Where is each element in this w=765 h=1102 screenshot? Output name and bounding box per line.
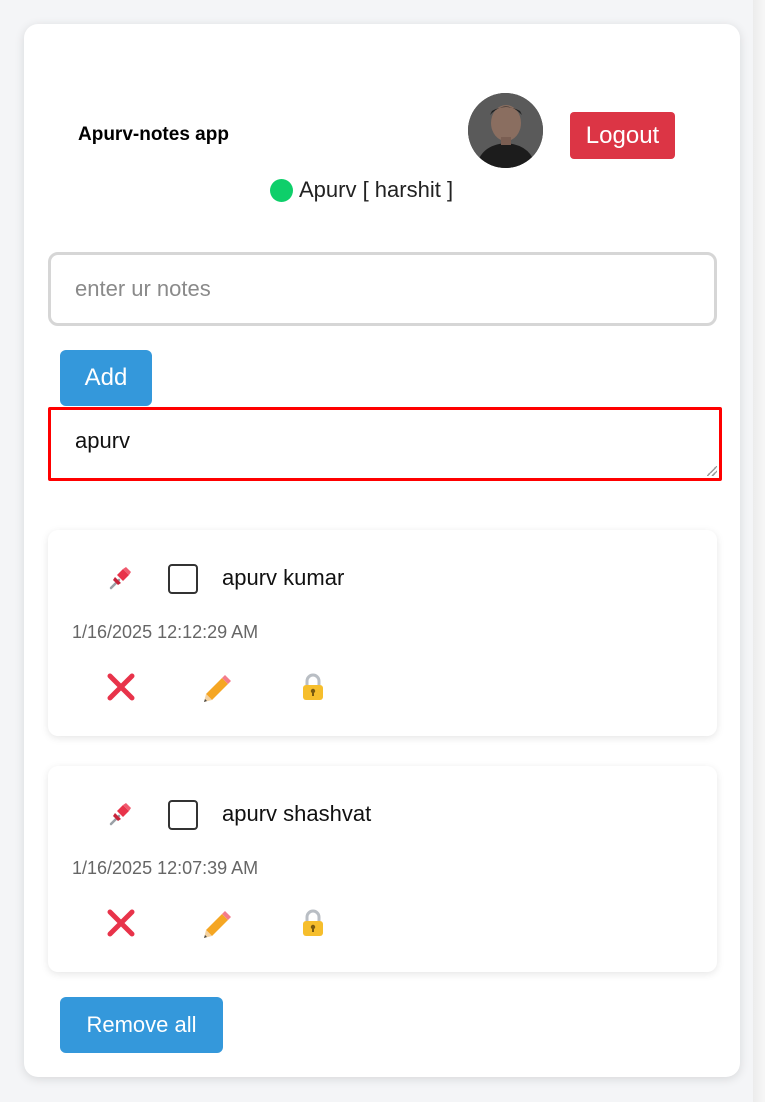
add-button[interactable]: Add	[60, 350, 152, 406]
note-actions	[48, 906, 717, 946]
search-textarea[interactable]: apurv	[48, 407, 722, 481]
note-checkbox[interactable]	[168, 564, 198, 594]
search-value: apurv	[75, 428, 131, 453]
pin-icon[interactable]	[106, 564, 134, 592]
note-header: apurv shashvat	[48, 796, 717, 836]
online-status-icon	[270, 178, 293, 202]
note-actions	[48, 670, 717, 710]
page-edge-shadow	[753, 0, 765, 1102]
note-card: apurv shashvat 1/16/2025 12:07:39 AM	[48, 766, 717, 972]
delete-icon[interactable]	[106, 906, 136, 940]
note-input[interactable]	[48, 252, 717, 326]
note-timestamp: 1/16/2025 12:12:29 AM	[72, 622, 259, 642]
pin-icon[interactable]	[106, 800, 134, 828]
note-text: apurv kumar	[222, 565, 345, 590]
notes-app-card: Apurv-notes app Logout Apurv [ harshit ]…	[24, 24, 740, 1077]
avatar-photo-icon	[468, 93, 543, 168]
lock-icon[interactable]	[300, 908, 326, 938]
note-card: apurv kumar 1/16/2025 12:12:29 AM	[48, 530, 717, 736]
note-text: apurv shashvat	[222, 801, 372, 826]
lock-icon[interactable]	[300, 672, 326, 702]
edit-icon[interactable]	[200, 906, 234, 940]
delete-icon[interactable]	[106, 670, 136, 704]
resize-handle-icon[interactable]	[707, 466, 717, 476]
note-header: apurv kumar	[48, 560, 717, 600]
user-status: Apurv [ harshit ]	[270, 174, 453, 206]
note-checkbox[interactable]	[168, 800, 198, 830]
app-title: Apurv-notes app	[78, 124, 229, 145]
avatar[interactable]	[468, 93, 543, 168]
user-name: Apurv [ harshit ]	[299, 177, 454, 202]
note-timestamp: 1/16/2025 12:07:39 AM	[72, 858, 259, 878]
edit-icon[interactable]	[200, 670, 234, 704]
logout-button[interactable]: Logout	[570, 112, 675, 159]
remove-all-button[interactable]: Remove all	[60, 997, 223, 1053]
